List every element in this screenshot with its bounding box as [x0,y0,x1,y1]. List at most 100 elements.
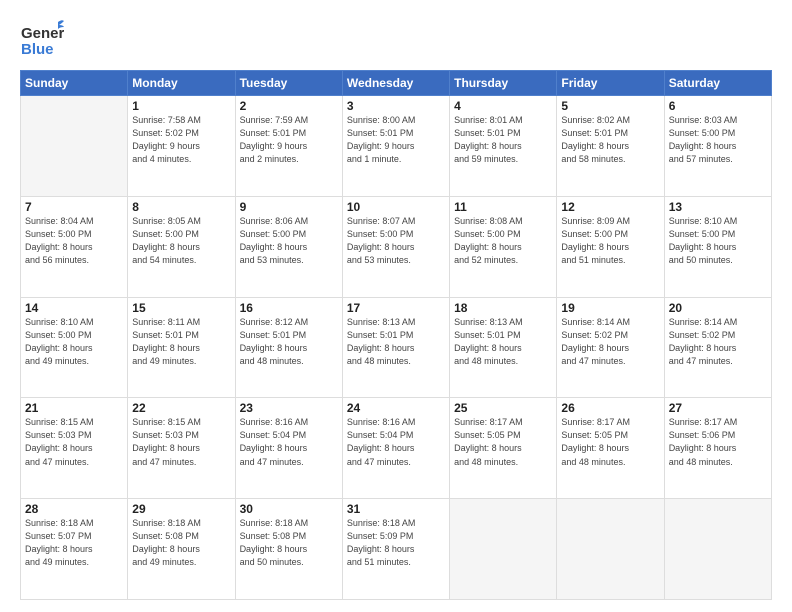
calendar-week-row: 1Sunrise: 7:58 AMSunset: 5:02 PMDaylight… [21,96,772,197]
day-number: 28 [25,502,123,516]
day-number: 24 [347,401,445,415]
day-number: 4 [454,99,552,113]
day-info: Sunrise: 8:10 AMSunset: 5:00 PMDaylight:… [25,316,123,368]
day-number: 25 [454,401,552,415]
day-info: Sunrise: 8:10 AMSunset: 5:00 PMDaylight:… [669,215,767,267]
calendar-cell: 14Sunrise: 8:10 AMSunset: 5:00 PMDayligh… [21,297,128,398]
day-info: Sunrise: 8:11 AMSunset: 5:01 PMDaylight:… [132,316,230,368]
calendar-cell: 1Sunrise: 7:58 AMSunset: 5:02 PMDaylight… [128,96,235,197]
calendar-cell: 7Sunrise: 8:04 AMSunset: 5:00 PMDaylight… [21,196,128,297]
calendar-cell: 6Sunrise: 8:03 AMSunset: 5:00 PMDaylight… [664,96,771,197]
day-number: 6 [669,99,767,113]
calendar-cell: 15Sunrise: 8:11 AMSunset: 5:01 PMDayligh… [128,297,235,398]
calendar-week-row: 28Sunrise: 8:18 AMSunset: 5:07 PMDayligh… [21,499,772,600]
day-info: Sunrise: 8:16 AMSunset: 5:04 PMDaylight:… [347,416,445,468]
calendar-cell: 17Sunrise: 8:13 AMSunset: 5:01 PMDayligh… [342,297,449,398]
day-info: Sunrise: 8:14 AMSunset: 5:02 PMDaylight:… [669,316,767,368]
calendar-cell: 13Sunrise: 8:10 AMSunset: 5:00 PMDayligh… [664,196,771,297]
calendar-cell: 3Sunrise: 8:00 AMSunset: 5:01 PMDaylight… [342,96,449,197]
calendar-week-row: 7Sunrise: 8:04 AMSunset: 5:00 PMDaylight… [21,196,772,297]
day-info: Sunrise: 8:18 AMSunset: 5:08 PMDaylight:… [240,517,338,569]
calendar-cell: 10Sunrise: 8:07 AMSunset: 5:00 PMDayligh… [342,196,449,297]
day-info: Sunrise: 8:12 AMSunset: 5:01 PMDaylight:… [240,316,338,368]
calendar-week-row: 21Sunrise: 8:15 AMSunset: 5:03 PMDayligh… [21,398,772,499]
day-number: 3 [347,99,445,113]
day-number: 30 [240,502,338,516]
calendar-cell: 5Sunrise: 8:02 AMSunset: 5:01 PMDaylight… [557,96,664,197]
day-number: 20 [669,301,767,315]
day-number: 8 [132,200,230,214]
calendar-col-header: Saturday [664,71,771,96]
calendar-cell: 28Sunrise: 8:18 AMSunset: 5:07 PMDayligh… [21,499,128,600]
calendar-col-header: Friday [557,71,664,96]
day-number: 9 [240,200,338,214]
day-info: Sunrise: 8:00 AMSunset: 5:01 PMDaylight:… [347,114,445,166]
page: General Blue SundayMondayTuesdayWednesda… [0,0,792,612]
day-info: Sunrise: 8:15 AMSunset: 5:03 PMDaylight:… [25,416,123,468]
calendar-cell: 12Sunrise: 8:09 AMSunset: 5:00 PMDayligh… [557,196,664,297]
day-number: 21 [25,401,123,415]
calendar-cell [21,96,128,197]
day-number: 26 [561,401,659,415]
day-info: Sunrise: 8:02 AMSunset: 5:01 PMDaylight:… [561,114,659,166]
calendar-cell: 25Sunrise: 8:17 AMSunset: 5:05 PMDayligh… [450,398,557,499]
calendar-cell: 24Sunrise: 8:16 AMSunset: 5:04 PMDayligh… [342,398,449,499]
day-number: 23 [240,401,338,415]
calendar-week-row: 14Sunrise: 8:10 AMSunset: 5:00 PMDayligh… [21,297,772,398]
calendar-cell: 26Sunrise: 8:17 AMSunset: 5:05 PMDayligh… [557,398,664,499]
day-info: Sunrise: 8:15 AMSunset: 5:03 PMDaylight:… [132,416,230,468]
day-info: Sunrise: 8:18 AMSunset: 5:07 PMDaylight:… [25,517,123,569]
calendar-cell [450,499,557,600]
day-info: Sunrise: 8:08 AMSunset: 5:00 PMDaylight:… [454,215,552,267]
calendar-cell: 2Sunrise: 7:59 AMSunset: 5:01 PMDaylight… [235,96,342,197]
calendar-cell: 27Sunrise: 8:17 AMSunset: 5:06 PMDayligh… [664,398,771,499]
day-info: Sunrise: 7:58 AMSunset: 5:02 PMDaylight:… [132,114,230,166]
svg-text:General: General [21,25,64,42]
day-info: Sunrise: 8:14 AMSunset: 5:02 PMDaylight:… [561,316,659,368]
calendar-cell: 23Sunrise: 8:16 AMSunset: 5:04 PMDayligh… [235,398,342,499]
calendar-header-row: SundayMondayTuesdayWednesdayThursdayFrid… [21,71,772,96]
day-info: Sunrise: 8:18 AMSunset: 5:09 PMDaylight:… [347,517,445,569]
calendar-cell: 21Sunrise: 8:15 AMSunset: 5:03 PMDayligh… [21,398,128,499]
calendar-col-header: Monday [128,71,235,96]
day-number: 17 [347,301,445,315]
day-number: 29 [132,502,230,516]
day-info: Sunrise: 8:01 AMSunset: 5:01 PMDaylight:… [454,114,552,166]
svg-text:Blue: Blue [21,41,54,58]
calendar-col-header: Tuesday [235,71,342,96]
day-number: 15 [132,301,230,315]
calendar-col-header: Sunday [21,71,128,96]
day-info: Sunrise: 8:06 AMSunset: 5:00 PMDaylight:… [240,215,338,267]
day-number: 22 [132,401,230,415]
day-number: 7 [25,200,123,214]
day-number: 13 [669,200,767,214]
calendar-col-header: Thursday [450,71,557,96]
logo-wrapper: General Blue [20,18,64,62]
calendar-cell: 8Sunrise: 8:05 AMSunset: 5:00 PMDaylight… [128,196,235,297]
calendar-col-header: Wednesday [342,71,449,96]
day-number: 1 [132,99,230,113]
header: General Blue [20,18,772,62]
day-number: 18 [454,301,552,315]
calendar-cell: 31Sunrise: 8:18 AMSunset: 5:09 PMDayligh… [342,499,449,600]
calendar-cell: 20Sunrise: 8:14 AMSunset: 5:02 PMDayligh… [664,297,771,398]
day-number: 16 [240,301,338,315]
day-number: 11 [454,200,552,214]
day-number: 2 [240,99,338,113]
calendar-cell: 30Sunrise: 8:18 AMSunset: 5:08 PMDayligh… [235,499,342,600]
day-info: Sunrise: 8:17 AMSunset: 5:05 PMDaylight:… [561,416,659,468]
calendar-table: SundayMondayTuesdayWednesdayThursdayFrid… [20,70,772,600]
logo-icon: General Blue [20,18,64,62]
calendar-cell: 22Sunrise: 8:15 AMSunset: 5:03 PMDayligh… [128,398,235,499]
day-info: Sunrise: 8:17 AMSunset: 5:06 PMDaylight:… [669,416,767,468]
day-number: 12 [561,200,659,214]
day-info: Sunrise: 8:03 AMSunset: 5:00 PMDaylight:… [669,114,767,166]
day-info: Sunrise: 7:59 AMSunset: 5:01 PMDaylight:… [240,114,338,166]
logo: General Blue [20,18,64,62]
calendar-cell [664,499,771,600]
day-info: Sunrise: 8:13 AMSunset: 5:01 PMDaylight:… [454,316,552,368]
day-info: Sunrise: 8:18 AMSunset: 5:08 PMDaylight:… [132,517,230,569]
calendar-cell: 19Sunrise: 8:14 AMSunset: 5:02 PMDayligh… [557,297,664,398]
day-info: Sunrise: 8:04 AMSunset: 5:00 PMDaylight:… [25,215,123,267]
day-number: 10 [347,200,445,214]
